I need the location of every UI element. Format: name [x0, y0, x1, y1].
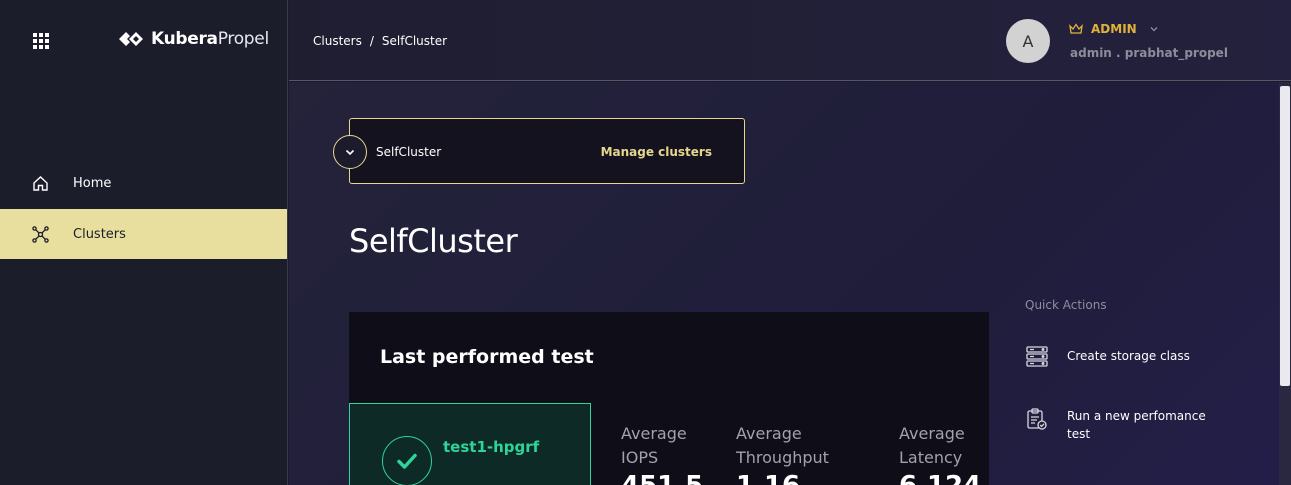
scrollbar[interactable]: [1279, 82, 1291, 485]
apps-grid-icon[interactable]: [32, 32, 50, 50]
card-title: Last performed test: [380, 346, 594, 368]
storage-class-icon: [1026, 346, 1048, 367]
metric-average-iops: Average IOPS 451.5: [621, 422, 703, 485]
metric-label: Throughput: [736, 448, 829, 467]
test-status-box[interactable]: test1-hpgrf: [349, 403, 591, 485]
metric-label: Average: [899, 424, 965, 443]
sidebar-item-label: Clusters: [73, 226, 126, 242]
home-icon: [33, 175, 48, 191]
metric-average-throughput: Average Throughput 1.16: [736, 422, 829, 485]
metric-label: Average: [736, 424, 802, 443]
metric-label: Average: [621, 424, 687, 443]
user-name: admin . prabhat_propel: [1070, 46, 1228, 60]
avatar[interactable]: A: [1006, 19, 1050, 63]
test-name: test1-hpgrf: [443, 438, 540, 456]
scrollbar-thumb[interactable]: [1280, 86, 1290, 386]
crown-icon: [1069, 23, 1083, 34]
success-check-icon: [382, 436, 432, 485]
quick-action-run-performance-test[interactable]: Run a new perfomance test: [1025, 407, 1217, 443]
sidebar: KuberaPropel Home Clusters: [0, 0, 288, 485]
quick-action-create-storage-class[interactable]: Create storage class: [1025, 344, 1217, 368]
chevron-down-icon: [345, 149, 355, 156]
top-header: Clusters / SelfCluster A ADMIN admin . p…: [289, 0, 1291, 81]
metric-value: 6.124: [899, 473, 981, 485]
metric-value: 451.5: [621, 473, 703, 485]
breadcrumb: Clusters / SelfCluster: [313, 34, 447, 48]
metric-value: 1.16: [736, 473, 800, 485]
last-test-card: Last performed test test1-hpgrf Average …: [349, 312, 989, 485]
quick-action-label: Create storage class: [1067, 349, 1190, 363]
manage-clusters-link[interactable]: Manage clusters: [601, 145, 712, 159]
selected-cluster-name: SelfCluster: [376, 145, 442, 159]
role-label: ADMIN: [1091, 22, 1137, 36]
page-title: SelfCluster: [349, 222, 518, 260]
cluster-dropdown-toggle[interactable]: [333, 135, 367, 169]
clipboard-check-icon: [1027, 408, 1047, 430]
breadcrumb-clusters-link[interactable]: Clusters: [313, 34, 362, 48]
main-content: SelfCluster Manage clusters SelfCluster …: [289, 82, 1279, 485]
breadcrumb-separator: /: [369, 34, 374, 48]
cluster-selector[interactable]: SelfCluster Manage clusters: [333, 118, 745, 184]
account-role-menu[interactable]: ADMIN: [1069, 22, 1159, 36]
breadcrumb-current: SelfCluster: [381, 34, 448, 48]
sidebar-item-clusters[interactable]: Clusters: [0, 209, 287, 259]
chevron-down-icon[interactable]: [1149, 24, 1159, 34]
kubera-propel-logo[interactable]: KuberaPropel: [117, 28, 269, 50]
metric-label: IOPS: [621, 448, 659, 467]
sidebar-item-label: Home: [73, 175, 112, 191]
sidebar-item-home[interactable]: Home: [0, 158, 287, 208]
kubera-logo-icon: [119, 32, 143, 46]
clusters-icon: [32, 225, 49, 243]
metric-label: Latency: [899, 448, 963, 467]
quick-action-label: Run a new perfomance test: [1067, 409, 1206, 441]
metric-average-latency: Average Latency 6.124: [899, 422, 981, 485]
quick-actions-title: Quick Actions: [1025, 298, 1107, 312]
brand-wordmark: KuberaPropel: [151, 29, 269, 49]
